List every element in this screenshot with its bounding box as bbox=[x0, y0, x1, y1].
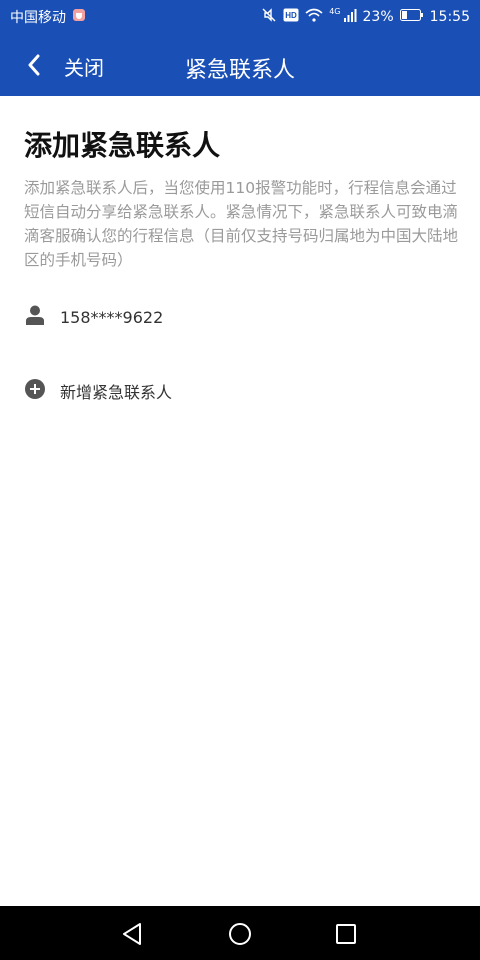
status-right: HD 4G 23% 15:55 bbox=[261, 7, 470, 27]
header-title: 紧急联系人 bbox=[184, 58, 295, 83]
contact-row[interactable]: 158****9622 bbox=[24, 302, 163, 332]
carrier-name: 中国移动 bbox=[10, 10, 66, 26]
network-type: 4G bbox=[329, 7, 341, 16]
person-icon bbox=[24, 304, 46, 330]
back-triangle-icon bbox=[123, 923, 141, 945]
svg-text:HD: HD bbox=[285, 11, 297, 20]
add-contact-label: 新增紧急联系人 bbox=[60, 383, 173, 402]
home-circle-icon bbox=[229, 923, 251, 945]
battery-percent: 23% bbox=[362, 9, 394, 25]
hd-icon: HD bbox=[283, 8, 299, 26]
page-description: 添加紧急联系人后，当您使用110报警功能时，行程信息会通过短信自动分享给紧急联系… bbox=[24, 179, 459, 269]
wifi-icon bbox=[305, 8, 323, 26]
nav-home-button[interactable] bbox=[224, 918, 256, 950]
app-header: 关闭 紧急联系人 bbox=[0, 34, 480, 96]
signal-icon bbox=[343, 8, 357, 26]
status-bar: 中国移动 HD 4G 23% 15:55 bbox=[0, 0, 480, 34]
status-left: 中国移动 bbox=[10, 7, 86, 27]
nav-recent-button[interactable] bbox=[330, 918, 362, 950]
recent-square-icon bbox=[336, 924, 356, 944]
carrier-badge-icon bbox=[72, 8, 86, 26]
clock: 15:55 bbox=[429, 9, 470, 25]
add-contact-button[interactable]: 新增紧急联系人 bbox=[24, 376, 172, 406]
mute-icon bbox=[261, 7, 277, 27]
plus-circle-icon bbox=[24, 378, 46, 404]
system-nav-bar bbox=[0, 906, 480, 960]
page-title: 添加紧急联系人 bbox=[24, 129, 221, 162]
nav-back-button[interactable] bbox=[116, 918, 148, 950]
main-content: 添加紧急联系人 添加紧急联系人后，当您使用110报警功能时，行程信息会通过短信自… bbox=[0, 96, 480, 906]
battery-icon bbox=[399, 9, 424, 25]
contact-phone: 158****9622 bbox=[60, 307, 164, 327]
